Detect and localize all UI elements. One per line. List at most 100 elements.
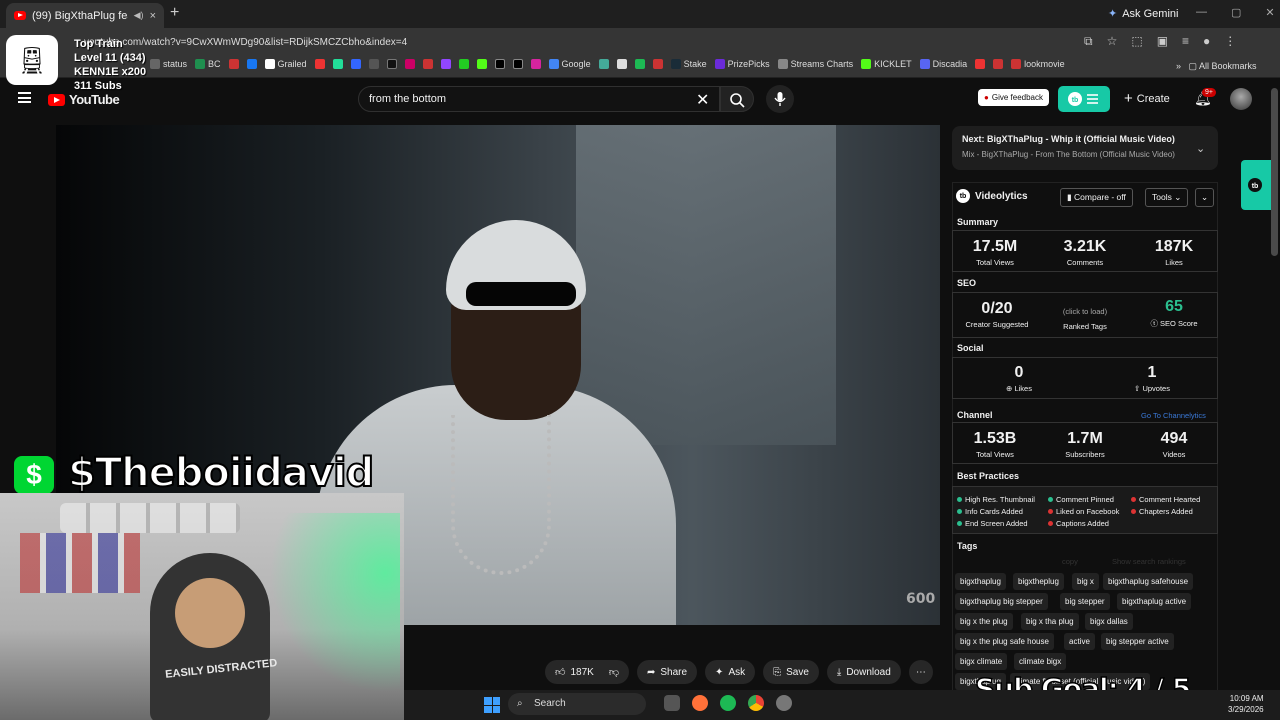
create-button[interactable]: + Create [1124,90,1170,107]
tools-dropdown[interactable]: Tools ⌄ [1145,188,1189,207]
creator-suggested-stat[interactable]: 0/20 Creator Suggested [958,300,1036,329]
browser-menu-icon[interactable]: ⋮ [1224,34,1236,49]
new-tab-button[interactable]: + [170,5,179,21]
ask-button[interactable]: ✦ Ask [705,660,756,684]
tag-chip[interactable]: climate bigx [1014,653,1067,670]
tag-chip[interactable]: big x the plug safe house [955,633,1054,650]
tag-chip[interactable]: bigxtheplug [1013,573,1064,590]
task-view-icon[interactable] [664,695,680,711]
share-button[interactable]: ➦ Share [636,660,698,684]
tag-chip[interactable]: big x tha plug [1021,613,1079,630]
tag-chip[interactable]: bigx dallas [1085,613,1133,630]
x-icon[interactable] [512,59,523,69]
show-search-rankings-button[interactable]: Show search rankings [1112,557,1186,566]
download-button[interactable]: ⤓ Download [826,660,901,684]
save-button[interactable]: ⎘ Save [763,660,819,684]
bookmark-icon[interactable] [350,59,361,69]
search-input[interactable]: from the bottom [358,86,720,112]
spotify-icon[interactable] [634,59,645,69]
taskbar-search[interactable]: ⌕ Search [508,693,646,715]
channelytics-link[interactable]: Go To Channelytics [1141,411,1206,420]
bookmark-icon[interactable] [616,59,627,69]
chrome-icon[interactable] [748,695,764,711]
reading-list-icon[interactable]: ≡ [1182,34,1189,49]
facebook-icon[interactable] [246,59,257,69]
give-feedback-button[interactable]: ● Give feedback [978,89,1049,106]
chevron-down-icon[interactable]: ⌄ [1196,142,1205,155]
bookmark-prizepicks[interactable]: PrizePicks [714,59,770,69]
spotify-icon[interactable] [720,695,736,711]
dislike-icon[interactable]: 👎︎ [609,666,619,678]
tag-chip[interactable]: bigx climate [955,653,1008,670]
bookmark-icon[interactable] [975,59,986,69]
tag-chip[interactable]: active [1064,633,1095,650]
tag-chip[interactable]: big stepper [1060,593,1110,610]
bookmark-icon[interactable] [314,59,325,69]
bookmark-icon[interactable] [993,59,1004,69]
more-actions-button[interactable]: ⋯ [908,660,933,684]
bookmark-status[interactable]: status [150,59,187,69]
close-tab-icon[interactable]: × [150,10,156,22]
settings-icon[interactable] [776,695,792,711]
bookmark-stake[interactable]: Stake [670,59,707,69]
page-scrollbar[interactable] [1271,88,1278,256]
ranked-tags-stat[interactable]: (click to load) Ranked Tags [1048,305,1122,331]
bookmark-icon[interactable] [598,59,609,69]
bookmark-star-icon[interactable]: ☆ [1107,34,1118,49]
tag-chip[interactable]: bigxthaplug safehouse [1103,573,1194,590]
compare-button[interactable]: ▮ Compare - off [1060,188,1133,207]
kick-icon[interactable] [476,59,487,69]
bookmark-google[interactable]: Google [548,59,591,69]
bookmark-lookmovie[interactable]: lookmovie [1011,59,1065,69]
firefox-icon[interactable] [692,695,708,711]
browser-tab[interactable]: (99) BigXthaPlug feat. Offse ◀) × [6,3,164,28]
search-button[interactable] [720,86,754,112]
play-icon[interactable] [458,59,469,69]
bookmark-icon[interactable] [368,59,379,69]
hamburger-menu-icon[interactable] [18,92,31,103]
maximize-icon[interactable]: ▢ [1231,6,1241,19]
tubebuddy-side-tab[interactable]: tb [1241,160,1271,210]
tag-chip[interactable]: bigxthaplug big stepper [955,593,1048,610]
all-bookmarks-button[interactable]: » ▢ All Bookmarks [1176,61,1257,72]
bookmark-icon[interactable] [332,59,343,69]
tag-chip[interactable]: bigxthaplug [955,573,1006,590]
clear-search-icon[interactable]: ✕ [696,90,709,110]
bookmark-kicklet[interactable]: KICKLET [861,59,912,69]
tubebuddy-menu-button[interactable]: tb [1058,86,1110,112]
profile-icon[interactable]: ● [1203,34,1210,49]
tags-copy-button[interactable]: copy [1062,557,1078,566]
minimize-icon[interactable]: — [1196,6,1207,19]
tag-chip[interactable]: bigxthaplug active [1117,593,1192,610]
install-icon[interactable]: ⧉ [1084,34,1093,49]
tag-chip[interactable]: big x the plug [955,613,1013,630]
bookmark-icon[interactable] [228,59,239,69]
bookmark-discadia[interactable]: Discadia [919,59,967,69]
twitch-icon[interactable] [440,59,451,69]
bookmark-icon[interactable] [386,59,397,69]
windows-start-icon[interactable] [484,697,500,713]
bookmark-grailed[interactable]: Grailed [264,59,307,69]
like-button[interactable]: 👍︎ 187K 👎︎ [545,660,629,684]
bookmark-icon[interactable] [652,59,663,69]
tag-chip[interactable]: big stepper active [1101,633,1174,650]
mute-tab-icon[interactable]: ◀) [134,10,144,21]
bookmark-bc[interactable]: BC [195,59,221,69]
taskbar-clock[interactable]: 10:09 AM 3/29/2026 [1228,693,1264,715]
panel-collapse-button[interactable]: ⌄ [1195,188,1215,207]
url-bar[interactable]: youtube.com/watch?v=9CwXWmWDg90&list=RDi… [80,32,1080,54]
extensions-icon[interactable]: ⬚ [1131,34,1142,49]
close-window-icon[interactable]: ✕ [1265,6,1274,19]
instagram-icon[interactable] [530,59,541,69]
account-avatar[interactable] [1230,88,1252,110]
next-video-card[interactable]: Next: BigXThaPlug - Whip it (Official Mu… [952,126,1218,170]
ask-gemini-button[interactable]: ✦ Ask Gemini [1108,7,1178,21]
side-panel-icon[interactable]: ▣ [1157,34,1168,49]
youtube-logo[interactable]: YouTube [48,92,120,107]
bookmark-icon[interactable] [404,59,415,69]
voice-search-button[interactable] [766,85,794,113]
bookmark-icon[interactable] [422,59,433,69]
tag-chip[interactable]: big x [1072,573,1099,590]
bookmark-streams-charts[interactable]: Streams Charts [777,59,853,69]
tiktok-icon[interactable] [494,59,505,69]
